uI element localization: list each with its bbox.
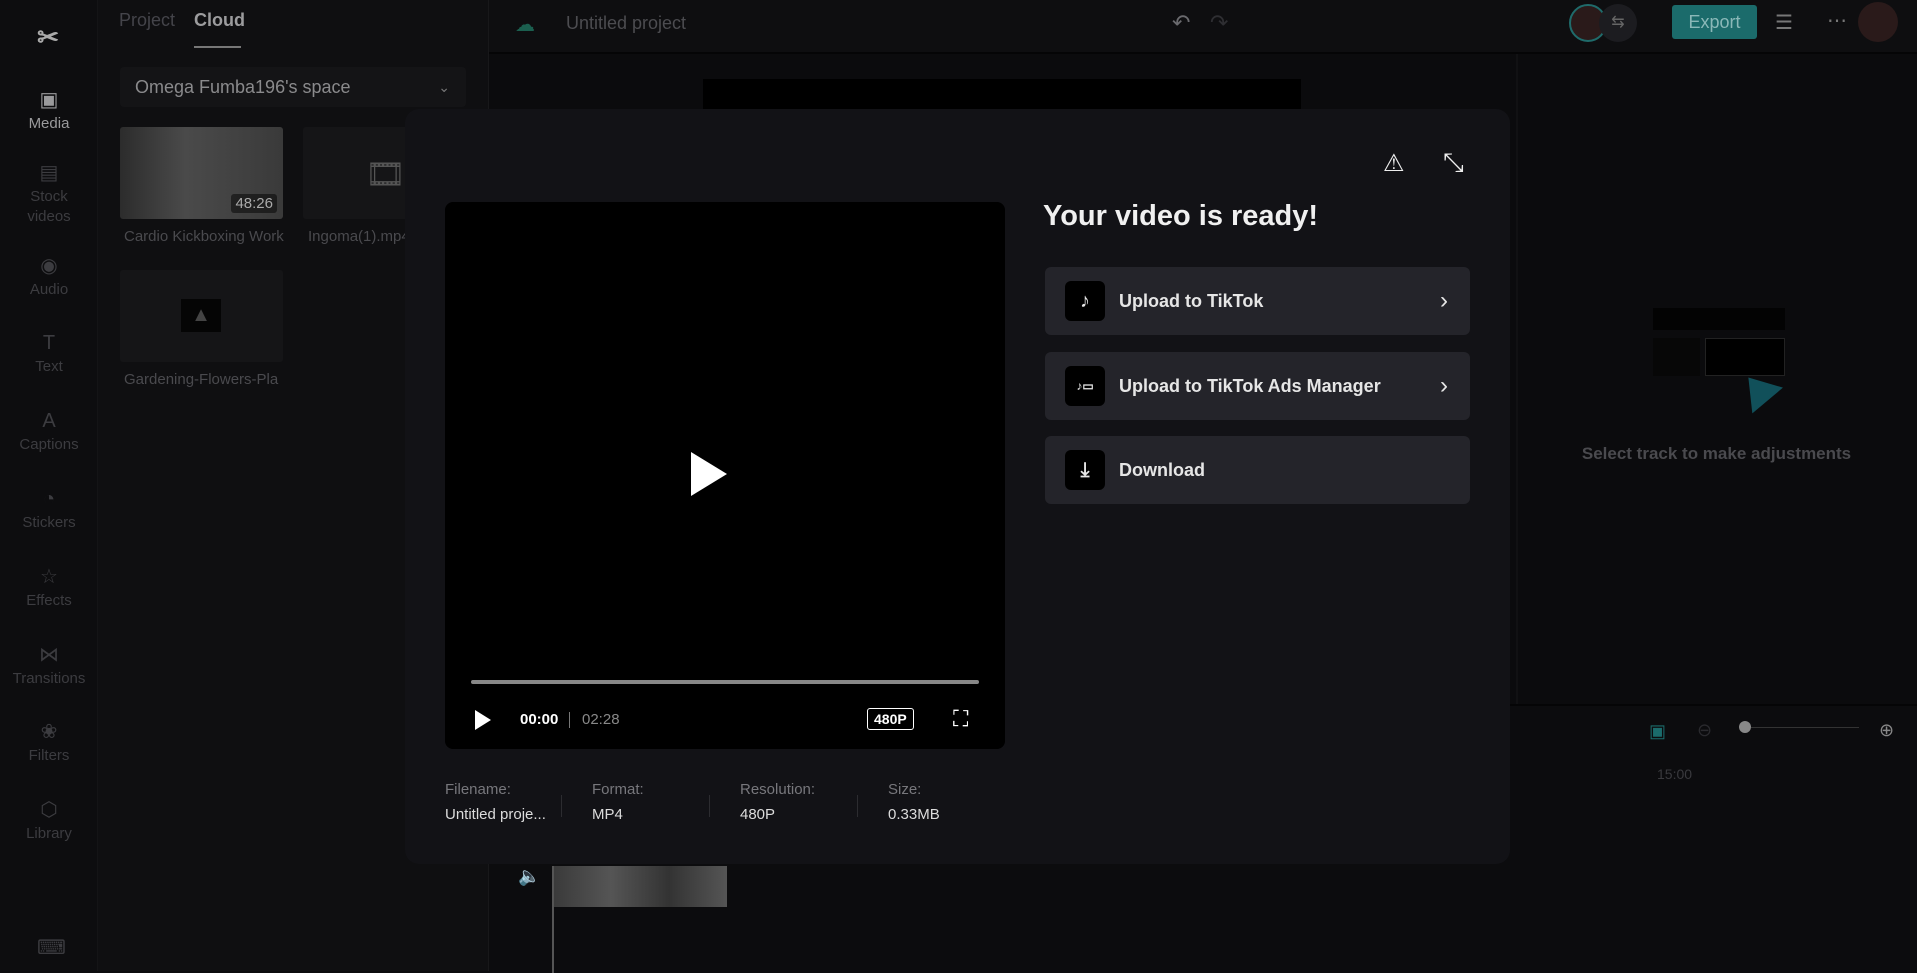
chevron-down-icon: ⌄ — [438, 79, 450, 95]
effects-icon: ☆ — [40, 566, 58, 588]
keyboard-shortcuts-button[interactable]: ⌨ — [0, 936, 98, 962]
space-selector[interactable]: Omega Fumba196's space ⌄ — [120, 67, 466, 107]
rail-item-text[interactable]: T Text — [0, 331, 98, 377]
download-button[interactable]: ⤓ Download — [1045, 436, 1470, 504]
rail-item-media[interactable]: ▣ Media — [0, 88, 98, 134]
quality-badge[interactable]: 480P — [867, 708, 914, 730]
rail-item-stickers[interactable]: ◔ Stickers — [0, 487, 98, 533]
keyboard-icon: ⌨ — [37, 937, 66, 959]
switch-user-icon[interactable]: ⇆ — [1599, 4, 1637, 42]
divider — [561, 795, 562, 817]
rail-item-library[interactable]: ⬡ Library — [0, 798, 98, 844]
zoom-out-icon[interactable]: ⊖ — [1697, 720, 1712, 741]
duration-badge: 48:26 — [231, 194, 277, 213]
user-avatar[interactable] — [1858, 2, 1898, 42]
fullscreen-icon[interactable]: ⛶ — [953, 706, 968, 732]
stock-videos-icon: ▤ — [39, 162, 59, 184]
time-separator — [569, 712, 570, 728]
preview-canvas — [703, 79, 1301, 109]
captions-icon: A — [42, 410, 56, 432]
left-rail: ✂ ▣ Media ▤ Stock videos ◉ Audio T Text A Cap… — [0, 0, 98, 971]
library-icon: ⬡ — [40, 799, 58, 821]
transitions-icon: ⋈ — [39, 644, 59, 666]
upload-tiktok-button[interactable]: ♪ Upload to TikTok › — [1045, 267, 1470, 335]
image-icon: ▲ — [181, 299, 221, 332]
tab-project[interactable]: Project — [119, 10, 175, 31]
divider — [709, 795, 710, 817]
rail-item-transitions[interactable]: ⋈ Transitions — [0, 643, 98, 689]
download-icon: ⤓ — [1065, 450, 1105, 490]
illustration-bar — [1653, 308, 1785, 330]
chevron-right-icon: › — [1440, 372, 1448, 399]
info-format: Format: MP4 — [592, 781, 644, 823]
video-player[interactable]: 00:00 02:28 480P ⛶ — [445, 202, 1005, 749]
media-name: Ingoma(1).mp4 — [308, 228, 408, 245]
top-bar: ☁ Untitled project ↶ ↷ ⇆ Export ☰ ⋯ — [489, 0, 1917, 54]
divider — [857, 795, 858, 817]
rail-item-effects[interactable]: ☆ Effects — [0, 565, 98, 611]
info-filename: Filename: Untitled proje... — [445, 781, 546, 823]
zoom-in-icon[interactable]: ⊕ — [1879, 720, 1894, 741]
tab-underline — [194, 46, 241, 48]
speaker-icon[interactable]: 🔈 — [518, 866, 540, 887]
current-time: 00:00 — [520, 711, 559, 728]
media-name: Gardening-Flowers-Pla — [124, 371, 279, 388]
audio-icon: ◉ — [40, 255, 58, 277]
zoom-slider-handle[interactable] — [1739, 721, 1751, 733]
export-ready-dialog: ⚠ ⤡ 00:00 02:28 480P ⛶ Your video is rea… — [405, 109, 1510, 864]
illustration-block — [1705, 338, 1785, 376]
properties-panel: Select track to make adjustments — [1516, 54, 1917, 704]
play-large-icon[interactable] — [691, 452, 727, 496]
playhead[interactable] — [552, 866, 554, 973]
project-title[interactable]: Untitled project — [566, 13, 686, 34]
layers-icon[interactable]: ☰ — [1775, 10, 1793, 35]
capcut-logo-icon: ✂ — [37, 22, 59, 52]
export-button[interactable]: Export — [1672, 5, 1757, 39]
rail-item-stock-videos[interactable]: ▤ Stock videos — [0, 161, 98, 227]
duration: 02:28 — [582, 711, 620, 728]
media-thumb-gardening[interactable]: ▲ — [120, 270, 283, 362]
film-icon: 🎞 — [365, 156, 406, 192]
rail-item-filters[interactable]: ❀ Filters — [0, 720, 98, 766]
ruler-label: 15:00 — [1657, 766, 1693, 782]
minimize-icon[interactable]: ⤡ — [1443, 147, 1464, 179]
info-resolution: Resolution: 480P — [740, 781, 816, 823]
zoom-slider[interactable] — [1739, 727, 1859, 728]
snap-icon[interactable]: ▣ — [1649, 721, 1666, 742]
cloud-sync-icon: ☁ — [515, 14, 535, 36]
undo-icon[interactable]: ↶ — [1172, 10, 1190, 36]
empty-hint: Select track to make adjustments — [1581, 444, 1852, 463]
media-thumb-cardio[interactable]: 48:26 — [120, 127, 283, 219]
progress-bar[interactable] — [471, 680, 979, 684]
more-icon[interactable]: ⋯ — [1827, 8, 1847, 33]
upload-tiktok-ads-button[interactable]: ♪▭ Upload to TikTok Ads Manager › — [1045, 352, 1470, 420]
media-name: Cardio Kickboxing Work — [124, 228, 284, 245]
feedback-icon[interactable]: ⚠ — [1383, 149, 1405, 178]
rail-item-captions[interactable]: A Captions — [0, 409, 98, 455]
stickers-icon: ◔ — [42, 488, 56, 510]
video-clip[interactable] — [553, 866, 727, 907]
dialog-title: Your video is ready! — [1043, 200, 1319, 232]
redo-icon[interactable]: ↷ — [1210, 10, 1228, 36]
info-size: Size: 0.33MB — [888, 781, 940, 823]
tiktok-icon: ♪ — [1065, 281, 1105, 321]
illustration-block — [1653, 338, 1700, 376]
media-icon: ▣ — [39, 89, 59, 111]
tiktok-business-icon: ♪▭ — [1065, 366, 1105, 406]
filters-icon: ❀ — [40, 721, 58, 743]
tab-cloud[interactable]: Cloud — [194, 10, 245, 31]
chevron-right-icon: › — [1440, 287, 1448, 314]
play-icon[interactable] — [475, 710, 491, 730]
rail-item-audio[interactable]: ◉ Audio — [0, 254, 98, 300]
text-icon: T — [42, 332, 56, 354]
